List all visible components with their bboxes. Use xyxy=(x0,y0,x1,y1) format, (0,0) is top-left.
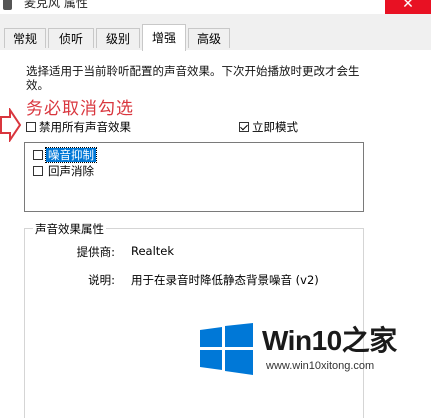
tab-listen[interactable]: 侦听 xyxy=(48,28,94,48)
tab-advanced[interactable]: 高级 xyxy=(188,28,230,48)
provider-value: Realtek xyxy=(131,244,175,258)
tab-general[interactable]: 常规 xyxy=(4,28,46,48)
effects-list[interactable]: 噪音抑制 回声消除 xyxy=(24,142,364,212)
watermark-brand-prefix: Win10 xyxy=(262,325,342,356)
close-button[interactable]: ✕ xyxy=(385,0,431,14)
list-item-label: 噪音抑制 xyxy=(45,146,97,163)
disable-all-effects-label: 禁用所有声音效果 xyxy=(39,119,131,134)
list-item-label: 回声消除 xyxy=(48,163,94,178)
checkbox-icon xyxy=(26,121,36,132)
description-label: 说明: xyxy=(88,273,115,287)
annotation-text: 务必取消勾选 xyxy=(26,99,134,119)
tab-bar: 常规 侦听 级别 增强 高级 xyxy=(0,14,431,51)
tab-enhancements[interactable]: 增强 xyxy=(142,24,186,51)
description-text: 选择适用于当前聆听配置的声音效果。下次开始播放时更改才会生效。 xyxy=(26,64,360,92)
list-item-echo-cancellation[interactable]: 回声消除 xyxy=(33,163,96,178)
checkbox-icon[interactable] xyxy=(33,149,43,160)
windows-logo-icon xyxy=(200,323,253,375)
watermark-brand-suffix: 之家 xyxy=(341,325,398,356)
description-value: 用于在录音时降低静态背景噪音 (v2) xyxy=(131,273,319,287)
watermark-brand: Win10之家 xyxy=(262,319,397,359)
group-title: 声音效果属性 xyxy=(33,221,106,237)
list-item-noise-suppression[interactable]: 噪音抑制 xyxy=(33,146,97,163)
disable-all-effects-checkbox[interactable]: 禁用所有声音效果 xyxy=(26,119,131,134)
microphone-icon xyxy=(3,0,12,10)
window-title: 麦克风 属性 xyxy=(24,0,88,10)
arrow-icon xyxy=(0,108,22,142)
tab-levels[interactable]: 级别 xyxy=(96,28,140,48)
immediate-mode-label: 立即模式 xyxy=(252,119,298,134)
checkbox-icon[interactable] xyxy=(33,165,43,176)
title-bar: 麦克风 属性 ✕ xyxy=(0,0,431,14)
watermark-url: www.win10xitong.com xyxy=(266,360,375,372)
provider-label: 提供商: xyxy=(76,245,115,259)
checkbox-checked-icon xyxy=(239,121,249,132)
immediate-mode-checkbox[interactable]: 立即模式 xyxy=(239,119,298,134)
